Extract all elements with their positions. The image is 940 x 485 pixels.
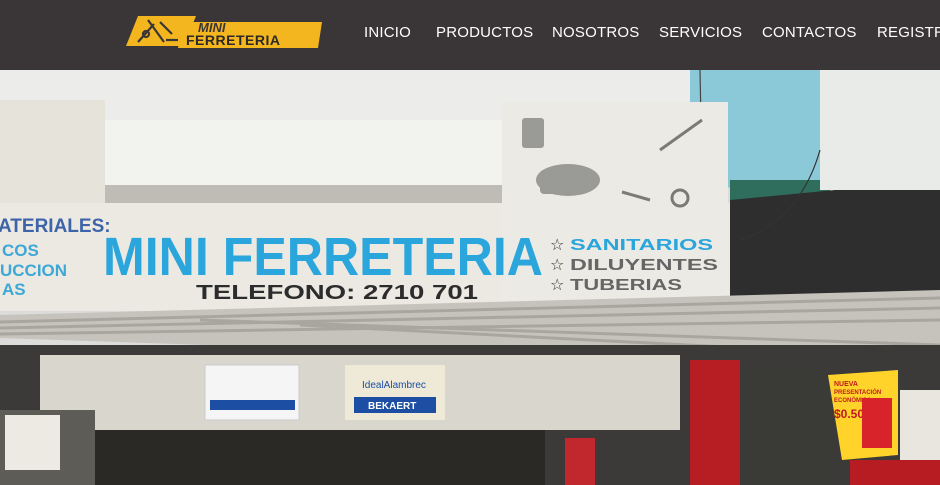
storefront-photo: ATERIALES: COS UCCION AS MINI FERRETERIA… [0,70,940,485]
top-navigation-bar: MINI FERRETERIA INICIO PRODUCTOS NOSOTRO… [0,0,940,70]
star-icon: ☆ [550,275,564,294]
sign-left-line1: ATERIALES: [0,216,111,237]
sign-service-3: TUBERIAS [570,277,682,294]
sign-left-line2: COS [2,241,39,260]
nav-item-registra[interactable]: REGISTRA [877,24,940,41]
sign-left-line4: AS [2,280,26,299]
nav-item-nosotros[interactable]: NOSOTROS [552,24,639,41]
star-icon: ☆ [550,255,564,274]
sign-service-2: DILUYENTES [570,257,718,274]
sign-left-line3: UCCION [0,261,67,280]
star-icon: ☆ [550,235,564,254]
nav-item-inicio[interactable]: INICIO [364,24,411,41]
hero-storefront-image: ATERIALES: COS UCCION AS MINI FERRETERIA… [0,70,940,485]
brand-sign-line1: IdealAlambrec [362,380,426,391]
site-logo[interactable]: MINI FERRETERIA [124,12,322,52]
sign-service-1: SANITARIOS [570,237,713,254]
sign-title: MINI FERRETERIA [103,227,543,287]
brand-sign-line2: BEKAERT [368,401,416,412]
promo-price: $0.50 [834,407,864,421]
nav-item-servicios[interactable]: SERVICIOS [659,24,742,41]
promo-line2: PRESENTACIÓN [834,388,881,396]
nav-item-productos[interactable]: PRODUCTOS [436,24,533,41]
sign-phone: TELEFONO: 2710 701 [196,282,478,304]
promo-line1: NUEVA [834,381,858,388]
nav-item-contactos[interactable]: CONTACTOS [762,24,857,41]
logo-line2: FERRETERIA [186,32,280,48]
